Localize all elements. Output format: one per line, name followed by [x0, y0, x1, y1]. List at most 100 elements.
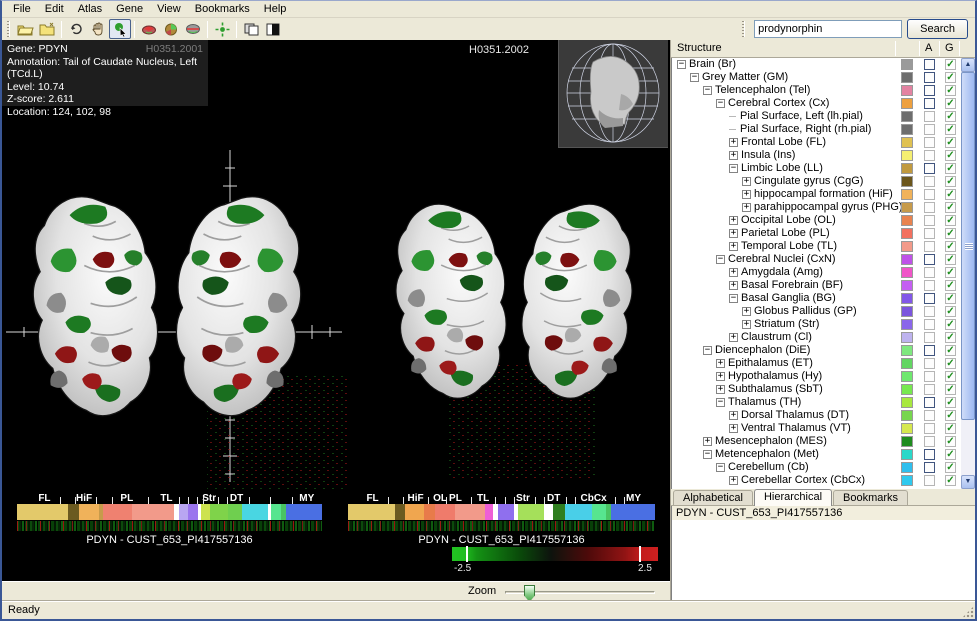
structure-color-swatch[interactable] — [901, 202, 913, 213]
annotation-checkbox[interactable] — [924, 397, 935, 408]
gene-column-header[interactable]: G — [945, 42, 954, 54]
tree-row-label[interactable]: Claustrum (Cl) — [741, 331, 812, 343]
brain-surface-icon[interactable] — [138, 19, 160, 39]
tree-row-label[interactable]: Dorsal Thalamus (DT) — [741, 409, 849, 421]
tree-row[interactable]: +hippocampal formation (HiF)✓ — [672, 188, 962, 201]
annotation-column-header[interactable]: A — [925, 42, 932, 54]
structure-color-swatch[interactable] — [901, 358, 913, 369]
tree-row[interactable]: +Mesencephalon (MES)✓ — [672, 435, 962, 448]
expand-icon[interactable]: + — [729, 229, 738, 238]
structure-color-swatch[interactable] — [901, 124, 913, 135]
tab-alphabetical[interactable]: Alphabetical — [673, 490, 753, 505]
annotation-checkbox[interactable] — [924, 423, 935, 434]
structure-color-swatch[interactable] — [901, 267, 913, 278]
gene-checkbox[interactable]: ✓ — [945, 137, 956, 148]
tree-row[interactable]: +Subthalamus (SbT) ✓ — [672, 383, 962, 396]
structure-color-swatch[interactable] — [901, 137, 913, 148]
tree-row[interactable]: +Frontal Lobe (FL)✓ — [672, 136, 962, 149]
expand-icon[interactable]: + — [742, 203, 751, 212]
gene-checkbox[interactable]: ✓ — [945, 254, 956, 265]
structure-color-swatch[interactable] — [901, 111, 913, 122]
select-icon[interactable] — [109, 19, 131, 39]
gene-checkbox[interactable]: ✓ — [945, 475, 956, 486]
collapse-icon[interactable]: − — [716, 255, 725, 264]
structure-color-swatch[interactable] — [901, 332, 913, 343]
tree-row-label[interactable]: Parietal Lobe (PL) — [741, 227, 830, 239]
gene-checkbox[interactable]: ✓ — [945, 202, 956, 213]
tab-bookmarks[interactable]: Bookmarks — [833, 490, 908, 505]
structure-color-swatch[interactable] — [901, 163, 913, 174]
tree-row[interactable]: +Hypothalamus (Hy)✓ — [672, 370, 962, 383]
gene-checkbox[interactable]: ✓ — [945, 410, 956, 421]
gene-checkbox[interactable]: ✓ — [945, 189, 956, 200]
tree-row[interactable]: −Cerebral Cortex (Cx)✓ — [672, 97, 962, 110]
brain-sector-icon[interactable] — [160, 19, 182, 39]
tree-row-label[interactable]: Temporal Lobe (TL) — [741, 240, 837, 252]
gene-checkbox[interactable]: ✓ — [945, 59, 956, 70]
structure-color-swatch[interactable] — [901, 384, 913, 395]
scrollbar-thumb[interactable] — [961, 72, 975, 420]
pan-icon[interactable] — [87, 19, 109, 39]
gene-checkbox[interactable]: ✓ — [945, 423, 956, 434]
annotation-checkbox[interactable] — [924, 358, 935, 369]
tree-row-label[interactable]: Ventral Thalamus (VT) — [741, 422, 851, 434]
tree-row-label[interactable]: Basal Forebrain (BF) — [741, 279, 843, 291]
tree-row[interactable]: +Globus Pallidus (GP)✓ — [672, 305, 962, 318]
structure-color-swatch[interactable] — [901, 449, 913, 460]
expand-icon[interactable]: + — [729, 216, 738, 225]
gene-checkbox[interactable]: ✓ — [945, 72, 956, 83]
tree-row[interactable]: −Thalamus (TH)✓ — [672, 396, 962, 409]
gene-checkbox[interactable]: ✓ — [945, 150, 956, 161]
structure-color-swatch[interactable] — [901, 176, 913, 187]
collapse-icon[interactable]: − — [716, 398, 725, 407]
tree-row-label[interactable]: Cerebellar Cortex (CbCx) — [741, 474, 865, 486]
tree-row[interactable]: −Diencephalon (DiE)✓ — [672, 344, 962, 357]
tree-row-label[interactable]: Telencephalon (Tel) — [715, 84, 810, 96]
tree-row[interactable]: +Cingulate gyrus (CgG)✓ — [672, 175, 962, 188]
tree-row[interactable]: Pial Surface, Left (lh.pial)✓ — [672, 110, 962, 123]
collapse-icon[interactable]: − — [729, 294, 738, 303]
structure-color-swatch[interactable] — [901, 462, 913, 473]
gene-checkbox[interactable]: ✓ — [945, 215, 956, 226]
search-button[interactable]: Search — [907, 19, 968, 39]
annotation-checkbox[interactable] — [924, 163, 935, 174]
tree-scrollbar[interactable]: ▲ ▼ — [961, 58, 975, 489]
structure-color-swatch[interactable] — [901, 189, 913, 200]
tree-row[interactable]: +Striatum (Str)✓ — [672, 318, 962, 331]
expand-icon[interactable]: + — [716, 385, 725, 394]
expand-icon[interactable]: + — [742, 320, 751, 329]
tree-row[interactable]: +Claustrum (Cl)✓ — [672, 331, 962, 344]
menu-help[interactable]: Help — [257, 2, 294, 16]
annotation-checkbox[interactable] — [924, 176, 935, 187]
annotation-checkbox[interactable] — [924, 345, 935, 356]
annotation-checkbox[interactable] — [924, 462, 935, 473]
structure-color-swatch[interactable] — [901, 150, 913, 161]
gene-checkbox[interactable]: ✓ — [945, 384, 956, 395]
probe-list-item[interactable]: PDYN - CUST_653_PI417557136 — [672, 506, 975, 520]
gene-checkbox[interactable]: ✓ — [945, 85, 956, 96]
menu-file[interactable]: File — [6, 2, 38, 16]
collapse-icon[interactable]: − — [677, 60, 686, 69]
structure-color-swatch[interactable] — [901, 280, 913, 291]
collapse-icon[interactable]: − — [729, 164, 738, 173]
annotation-checkbox[interactable] — [924, 280, 935, 291]
tree-row[interactable]: +parahippocampal gyrus (PHG)✓ — [672, 201, 962, 214]
brain-slice-icon[interactable] — [182, 19, 204, 39]
annotation-checkbox[interactable] — [924, 241, 935, 252]
orientation-inset[interactable] — [558, 40, 668, 148]
tree-row-label[interactable]: Metencephalon (Met) — [715, 448, 819, 460]
tree-row[interactable]: +Dorsal Thalamus (DT)✓ — [672, 409, 962, 422]
rotate-icon[interactable] — [65, 19, 87, 39]
expand-icon[interactable]: + — [729, 268, 738, 277]
tree-row-label[interactable]: Basal Ganglia (BG) — [741, 292, 836, 304]
expand-icon[interactable]: + — [716, 359, 725, 368]
collapse-icon[interactable]: − — [716, 463, 725, 472]
annotation-checkbox[interactable] — [924, 72, 935, 83]
gene-checkbox[interactable]: ✓ — [945, 371, 956, 382]
structure-color-bar[interactable] — [348, 504, 655, 520]
tree-row-label[interactable]: Subthalamus (SbT) — [728, 383, 823, 395]
structure-color-swatch[interactable] — [901, 436, 913, 447]
annotation-checkbox[interactable] — [924, 98, 935, 109]
expand-icon[interactable]: + — [716, 372, 725, 381]
tree-row-label[interactable]: Diencephalon (DiE) — [715, 344, 810, 356]
